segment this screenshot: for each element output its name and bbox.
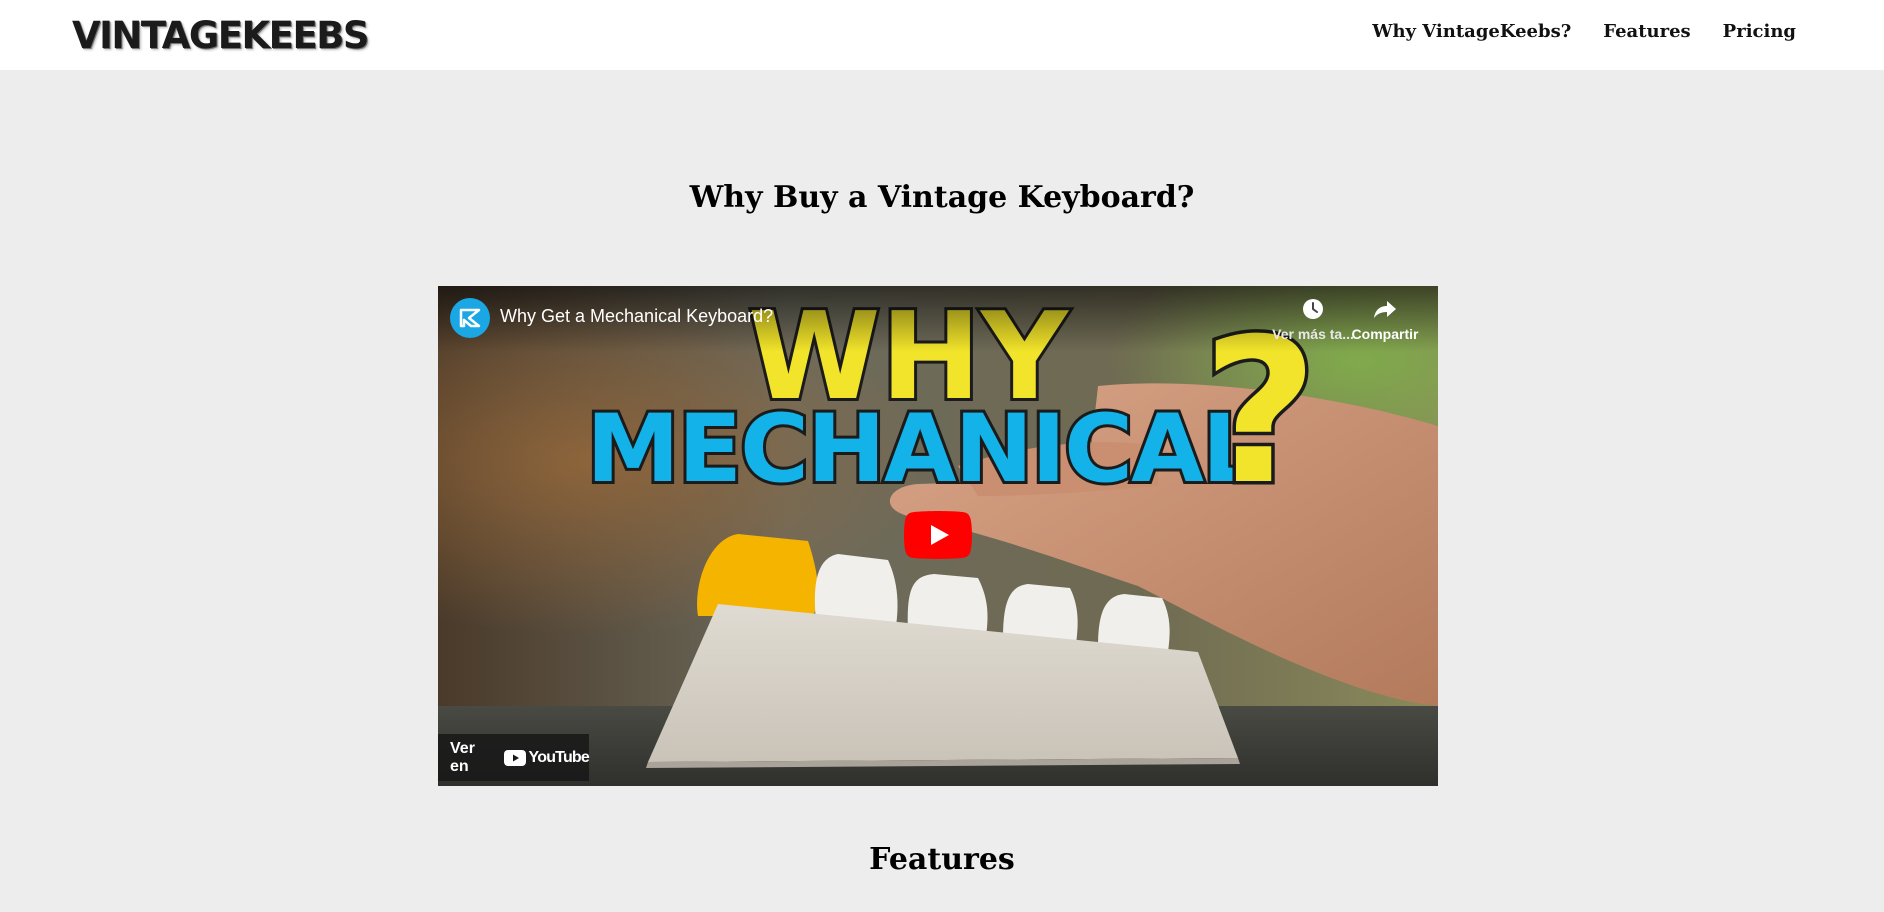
youtube-icon (503, 749, 526, 766)
site-logo[interactable]: VINTAGEKEEBS (72, 12, 370, 58)
main-nav: Why VintageKeebs? Features Pricing (1372, 18, 1796, 46)
watch-on-label: Ver en (450, 739, 475, 775)
share-button[interactable]: Compartir (1340, 298, 1430, 342)
watch-on-youtube-button[interactable]: Ver en YouTube (438, 734, 590, 781)
thumbnail-text-mechanical: MECHANICAL (586, 395, 1260, 504)
share-label: Compartir (1351, 326, 1419, 342)
site-header: VINTAGEKEEBS Why VintageKeebs? Features … (0, 0, 1884, 70)
channel-logo-icon[interactable] (450, 298, 490, 338)
clock-icon (1303, 299, 1323, 319)
youtube-logo: YouTube (503, 748, 590, 767)
share-arrow-icon (1374, 301, 1396, 318)
nav-link-pricing[interactable]: Pricing (1723, 18, 1796, 46)
youtube-brand-text: YouTube (528, 748, 590, 766)
video-title-link[interactable]: Why Get a Mechanical Keyboard? (500, 306, 773, 327)
play-icon (904, 511, 972, 559)
video-top-bar: Why Get a Mechanical Keyboard? Ver más t… (438, 286, 1438, 352)
nav-link-features[interactable]: Features (1603, 18, 1690, 46)
play-button[interactable] (904, 511, 972, 559)
youtube-video-embed[interactable]: WHY MECHANICAL ? Why Get a Mechanical Ke… (438, 286, 1438, 786)
why-section-title: Why Buy a Vintage Keyboard? (689, 180, 1195, 215)
features-section-title: Features (869, 842, 1015, 877)
nav-link-why-vintagekeebs[interactable]: Why VintageKeebs? (1372, 18, 1571, 46)
